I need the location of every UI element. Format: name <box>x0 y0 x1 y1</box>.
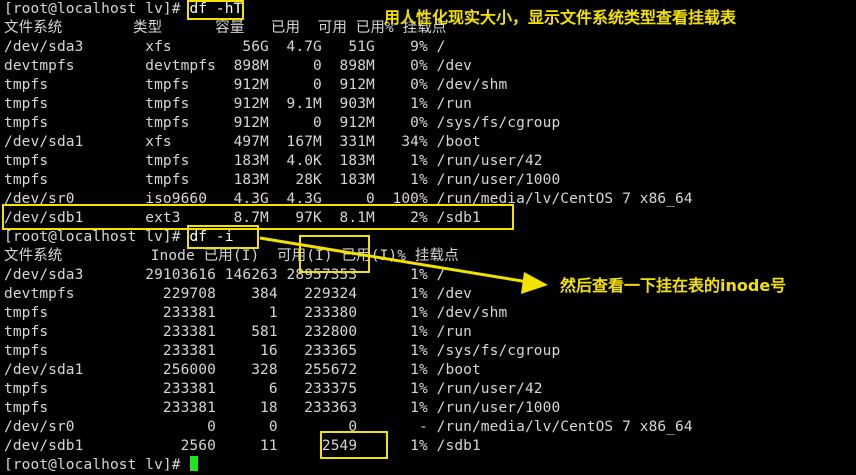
highlight-box-command-2 <box>187 225 259 249</box>
shell-prompt: [root@localhost lv]# <box>4 229 190 245</box>
table-row: tmpfs 233381 16 233365 1% /sys/fs/cgroup <box>4 343 561 359</box>
table-row: /dev/sdb1 2560 11 2549 1% /sdb1 <box>4 438 481 454</box>
table-row: /dev/sda1 256000 328 255672 1% /boot <box>4 362 481 378</box>
terminal-window[interactable]: [root@localhost lv]# df -hT 文件系统 类型 容量 已… <box>0 0 856 473</box>
annotation-note-1: 用人性化现实大小，显示文件系统类型查看挂载表 <box>384 8 737 27</box>
highlight-box-sdb1-free-inodes <box>320 431 388 459</box>
text-cursor <box>190 456 199 471</box>
shell-prompt: [root@localhost lv]# <box>4 457 190 473</box>
annotation-note-2: 然后查看一下挂在表的inode号 <box>560 276 787 295</box>
table-row: tmpfs tmpfs 912M 9.1M 903M 1% /run <box>4 96 472 112</box>
highlight-box-free-inodes-header <box>299 235 370 273</box>
prompt-line-3[interactable]: [root@localhost lv]# <box>4 456 199 475</box>
table-header: 文件系统 类型 容量 已用 可用 已用% 挂载点 <box>4 20 447 36</box>
table-row: tmpfs tmpfs 912M 0 912M 0% /dev/shm <box>4 77 508 93</box>
table-row: /dev/sda3 29103616 146263 28957353 1% / <box>4 267 446 283</box>
table-row: tmpfs 233381 6 233375 1% /run/user/42 <box>4 381 543 397</box>
shell-prompt: [root@localhost lv]# <box>4 1 190 17</box>
table-header: 文件系统 Inode 已用(I) 可用(I) 已用(I)% 挂载点 <box>4 248 459 264</box>
table-row: devtmpfs devtmpfs 898M 0 898M 0% /dev <box>4 58 472 74</box>
table-row: devtmpfs 229708 384 229324 1% /dev <box>4 286 472 302</box>
table-row: /dev/sda3 xfs 56G 4.7G 51G 9% / <box>4 39 446 55</box>
table-row: tmpfs 233381 1 233380 1% /dev/shm <box>4 305 508 321</box>
table-row: tmpfs 233381 18 233363 1% /run/user/1000 <box>4 400 561 416</box>
table-row: tmpfs 233381 581 232800 1% /run <box>4 324 472 340</box>
table-row: tmpfs tmpfs 912M 0 912M 0% /sys/fs/cgrou… <box>4 115 561 131</box>
highlight-box-command-1 <box>187 0 244 20</box>
table-row: tmpfs tmpfs 183M 4.0K 183M 1% /run/user/… <box>4 153 543 169</box>
table-row: tmpfs tmpfs 183M 28K 183M 1% /run/user/1… <box>4 172 561 188</box>
table-row: /dev/sda1 xfs 497M 167M 331M 34% /boot <box>4 134 481 150</box>
